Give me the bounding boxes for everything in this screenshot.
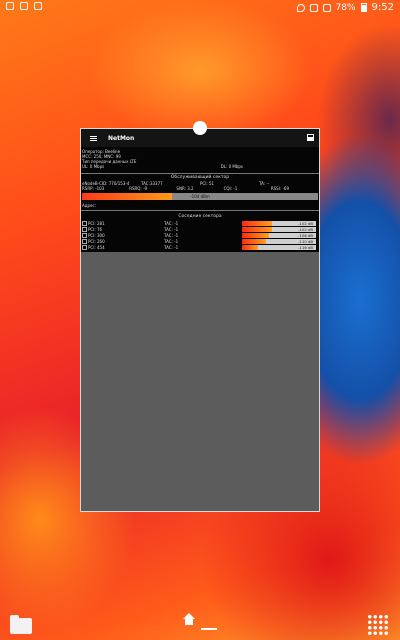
neighbor-tac: TAC: -1 [164,244,179,250]
neighbor-signal-text: -102 dB [298,226,313,232]
neighbor-tac: TAC: -1 [164,232,179,238]
notification-icon-2 [20,2,28,10]
notification-icon-3 [34,2,42,10]
neighbor-pci-text: PCI: 260 [88,238,105,244]
neighbor-row: PCI: 76 TAC: -1 -102 dB [82,226,318,232]
neighbor-sectors-title: Соседние сектора [178,214,222,219]
serving-sector-title: Обслуживающий сектор [81,173,319,181]
signal-meter: -104 dBm [82,193,318,200]
neighbor-row: PCI: 454 TAC: -1 -116 dB [82,244,318,250]
signal-meter-text: -104 dBm [190,194,210,199]
neighbor-pci: PCI: 260 [82,238,164,244]
neighbor-signal-bar: -102 dB [242,226,316,232]
neighbor-signal-bar: -110 dB [242,238,316,244]
neighbor-signal-text: -116 dB [298,244,313,250]
neighbor-pci-text: PCI: 454 [88,244,105,250]
clock: 9:52 [371,2,394,13]
neighbor-signal-bar: -102 dB [242,220,316,226]
neighbor-signal-fill [242,238,267,244]
neighbor-signal-text: -106 dB [298,232,313,238]
neighbor-signal-fill [242,226,272,232]
location-icon [296,3,305,12]
notification-icon-1 [6,2,14,10]
system-indicators: 78% 9:52 [296,2,394,13]
neighbor-tac: TAC: -1 [164,226,179,232]
neighbor-signal-fill [242,232,269,238]
battery-icon [360,3,367,12]
network-info: Оператор: Beeline MCC: 250, MNC: 99 Тип … [81,147,319,171]
dash-icon[interactable] [201,628,217,630]
screenshot-icon [309,3,318,12]
cell-marker-icon [82,244,87,250]
neighbor-row: PCI: 281 TAC: -1 -102 dB [82,220,318,226]
cqi: CQI: -1 [223,186,238,191]
status-bar: 78% 9:52 [0,0,400,14]
neighbor-signal-fill [242,220,272,226]
neighbor-signal-text: -110 dB [298,238,313,244]
neighbor-signal-fill [242,244,259,250]
cell-marker-icon [82,226,87,232]
neighbor-pci-text: PCI: 300 [88,232,105,238]
rssi: RSSI: -69 [270,186,290,191]
neighbor-row: PCI: 260 TAC: -1 -110 dB [82,238,318,244]
neighbor-table: PCI: 281 TAC: -1 -102 dB PCI: 76 TAC: -1 -102… [81,220,319,252]
neighbor-signal-text: -102 dB [298,220,313,226]
bottom-nav [0,604,400,640]
neighbor-pci: PCI: 300 [82,232,164,238]
vibrate-icon [322,3,331,12]
uplink-speed: UL: 0 Mbps [82,164,105,169]
netmon-widget[interactable]: NetMon Оператор: Beeline MCC: 250, MNC: … [80,128,320,512]
apps-icon[interactable] [367,614,389,636]
app-title: NetMon [108,134,135,142]
neighbor-pci: PCI: 76 [82,226,164,232]
neighbor-pci: PCI: 454 [82,244,164,250]
widget-resize-handle[interactable] [193,121,207,135]
cell-marker-icon [82,238,87,244]
battery-percent: 78% [335,2,356,13]
rsrp: RSRP: -103 [82,186,105,191]
save-icon[interactable] [307,134,314,141]
neighbor-pci: PCI: 281 [82,220,164,226]
neighbor-pci-text: PCI: 76 [88,226,103,232]
cell-marker-icon [82,232,87,238]
notification-icons [6,2,42,10]
address: Адрес: [81,202,319,211]
serving-row-2: RSRP: -103 RSRQ: -9 SNR: 3.2 CQI: -1 RSS… [81,186,319,191]
rsrq: RSRQ: -9 [129,186,148,191]
home-icon[interactable] [183,613,195,626]
folder-icon[interactable] [10,615,32,634]
neighbor-signal-bar: -106 dB [242,232,316,238]
neighbor-tac: TAC: -1 [164,238,179,244]
neighbor-pci-text: PCI: 281 [88,220,105,226]
menu-icon[interactable] [90,135,97,141]
snr: SNR: 3.2 [176,186,194,191]
throughput-row: UL: 0 Mbps DL: 0 Mbps [82,164,318,169]
neighbor-signal-bar: -116 dB [242,244,316,250]
cell-marker-icon [82,220,87,226]
neighbor-tac: TAC: -1 [164,220,179,226]
network-panel: Оператор: Beeline MCC: 250, MNC: 99 Тип … [81,147,319,252]
downlink-speed: DL: 0 Mbps [220,164,243,169]
neighbor-row: PCI: 300 TAC: -1 -106 dB [82,232,318,238]
